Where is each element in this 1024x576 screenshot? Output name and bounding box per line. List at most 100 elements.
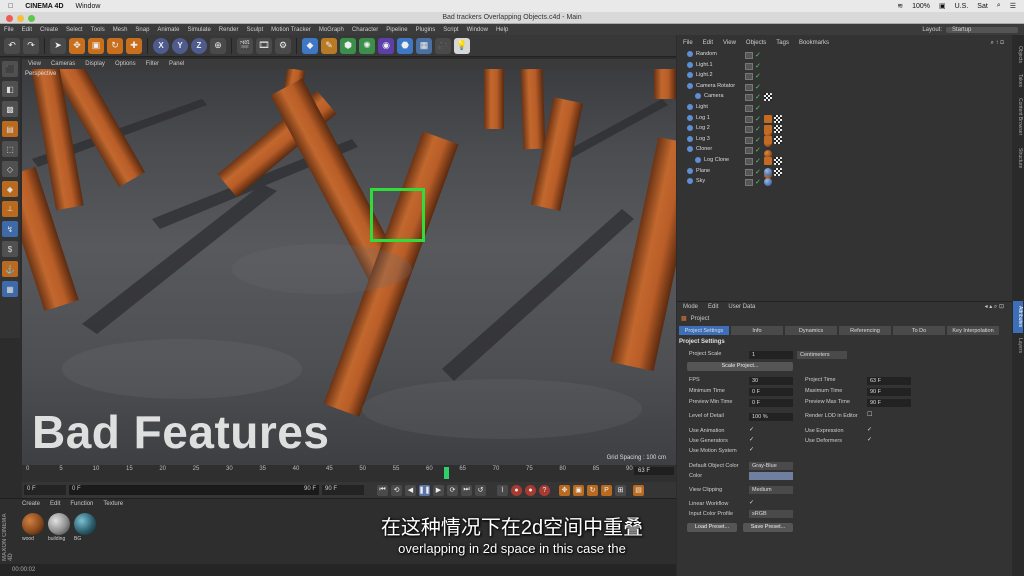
enabled-check-icon[interactable]: ✓ <box>755 168 761 176</box>
compositing-tag-icon[interactable] <box>774 167 782 176</box>
phong-tag-icon[interactable] <box>764 135 772 144</box>
viewport-menu-item[interactable]: Cameras <box>51 61 75 67</box>
object-row[interactable]: Plane ✓ <box>677 167 1012 178</box>
attr-nav-icon[interactable]: ◂ ▴ ⌕ ⊡ <box>985 303 1012 311</box>
layer-flag[interactable] <box>745 168 753 176</box>
menu-item[interactable]: Create <box>40 27 58 33</box>
menu-item[interactable]: Script <box>443 27 458 33</box>
side-tab-layers[interactable]: Layers <box>1013 335 1023 357</box>
object-row[interactable]: Log Clone ✓ <box>677 156 1012 179</box>
tab-referencing[interactable]: Referencing <box>839 326 891 335</box>
layer-flag[interactable] <box>745 179 753 187</box>
layer-flag[interactable] <box>745 136 753 144</box>
record-position-icon[interactable]: ✥ <box>559 484 570 496</box>
menu-item[interactable]: Mesh <box>113 27 128 33</box>
layer-flag[interactable] <box>745 52 753 59</box>
undo-icon[interactable]: ↶ <box>4 37 20 54</box>
start-frame-field[interactable]: 0 F <box>24 485 66 495</box>
compositing-tag-icon[interactable] <box>764 93 772 102</box>
menu-item[interactable]: Character <box>352 27 378 33</box>
render-picture-viewer-icon[interactable]: 🎞 <box>256 37 272 54</box>
enabled-check-icon[interactable]: ✓ <box>755 72 761 80</box>
range-slider[interactable]: 0 F 90 F <box>69 485 319 495</box>
object-row[interactable]: Camera ✓ <box>677 92 1012 103</box>
loop-icon[interactable]: ↺ <box>475 484 486 496</box>
menu-item[interactable]: Sculpt <box>246 27 263 33</box>
material-menu-item[interactable]: Texture <box>103 501 123 507</box>
menu-item[interactable]: Motion Tracker <box>271 27 311 33</box>
menu-item[interactable]: File <box>4 27 14 33</box>
om-menu-item[interactable]: Tags <box>776 40 789 46</box>
soft-selection-icon[interactable]: ⚓ <box>2 261 18 277</box>
layer-flag[interactable] <box>745 105 753 112</box>
texture-mode-icon[interactable]: ▩ <box>2 101 18 117</box>
use-deformers-checkbox[interactable]: ✓ <box>867 436 872 443</box>
om-menu-item[interactable]: View <box>723 40 736 46</box>
menu-item[interactable]: Render <box>219 27 239 33</box>
menu-item[interactable]: Snap <box>135 27 149 33</box>
cube-primitive-icon[interactable]: ◆ <box>302 37 318 54</box>
enabled-check-icon[interactable]: ✓ <box>755 115 761 123</box>
timeline-window-icon[interactable]: ▤ <box>633 484 644 496</box>
floor-icon[interactable]: ▦ <box>416 37 432 54</box>
side-tab-structure[interactable]: Structure <box>1013 143 1023 173</box>
texture-tag-icon[interactable] <box>764 167 772 176</box>
lock-workplane-icon[interactable]: ▦ <box>2 281 18 297</box>
tab-key-interpolation[interactable]: Key Interpolation <box>947 326 999 335</box>
om-search-icon[interactable]: ⌕ ↑ ⊡ <box>990 40 1012 47</box>
object-row[interactable]: Camera Rotator ✓ <box>677 82 1012 93</box>
rotate-tool-icon[interactable]: ↻ <box>107 37 123 54</box>
object-row[interactable]: Random ✓ <box>677 50 1012 61</box>
use-animation-checkbox[interactable]: ✓ <box>749 426 754 433</box>
phong-tag-icon[interactable] <box>764 157 772 165</box>
phong-tag-icon[interactable] <box>764 125 772 134</box>
pen-spline-icon[interactable]: ✎ <box>321 37 337 54</box>
edges-mode-icon[interactable]: ◇ <box>2 161 18 177</box>
battery-label[interactable]: 100% <box>912 3 930 10</box>
attr-menu-item[interactable]: Edit <box>708 304 718 310</box>
previous-key-icon[interactable]: ⟲ <box>391 484 402 496</box>
viewport-menu-item[interactable]: Panel <box>169 61 184 67</box>
object-row[interactable]: Log 1 ✓ <box>677 114 1012 137</box>
material-menu-item[interactable]: Edit <box>50 501 60 507</box>
material-menu-item[interactable]: Create <box>22 501 40 507</box>
wifi-icon[interactable]: ≋ <box>897 2 903 10</box>
light-icon[interactable]: 💡 <box>454 37 470 54</box>
level-of-detail-field[interactable]: 100 % <box>749 413 793 421</box>
search-icon[interactable]: ⌕ <box>997 2 1001 10</box>
om-menu-item[interactable]: Bookmarks <box>799 40 829 46</box>
side-tab-content-browser[interactable]: Content Browser <box>1013 93 1023 141</box>
layer-flag[interactable] <box>745 158 753 165</box>
side-tab-takes[interactable]: Takes <box>1013 71 1023 91</box>
points-mode-icon[interactable]: ⬚ <box>2 141 18 157</box>
enabled-check-icon[interactable]: ✓ <box>755 136 761 144</box>
viewport-menu-item[interactable]: Display <box>85 61 105 67</box>
object-row[interactable]: Log 3 ✓ <box>677 135 1012 158</box>
layer-flag[interactable] <box>745 62 753 70</box>
object-row[interactable]: Light ✓ <box>677 103 1012 114</box>
preview-min-time-field[interactable]: 0 F <box>749 399 793 407</box>
color-swatch[interactable] <box>749 472 793 480</box>
use-expression-checkbox[interactable]: ✓ <box>867 426 872 433</box>
enabled-check-icon[interactable]: ✓ <box>755 178 761 186</box>
redo-icon[interactable]: ↷ <box>23 37 39 54</box>
preview-max-time-field[interactable]: 90 F <box>867 399 911 407</box>
next-frame-icon[interactable]: ▶ <box>433 484 444 496</box>
use-generators-checkbox[interactable]: ✓ <box>749 436 754 443</box>
render-lod-checkbox[interactable]: ☐ <box>867 411 872 418</box>
select-arrow-icon[interactable]: ➤ <box>50 37 66 54</box>
tab-to-do[interactable]: To Do <box>893 326 945 335</box>
input-source[interactable]: U.S. <box>955 3 969 10</box>
object-row[interactable]: Light.1 ✓ <box>677 61 1012 72</box>
recent-tool-icon[interactable]: ✚ <box>126 37 142 54</box>
menu-item[interactable]: Tools <box>91 27 105 33</box>
side-tab-objects[interactable]: Objects <box>1013 39 1023 69</box>
minimize-window-icon[interactable] <box>17 15 24 22</box>
enabled-check-icon[interactable]: ✓ <box>755 62 761 70</box>
coordinate-system-icon[interactable]: ⊕ <box>210 37 226 54</box>
default-object-color-dropdown[interactable]: Gray-Blue <box>749 462 793 470</box>
menu-item[interactable]: Animate <box>157 27 179 33</box>
app-menu[interactable]: CINEMA 4D <box>25 3 63 10</box>
edit-render-settings-icon[interactable]: ⚙ <box>275 37 291 54</box>
object-row[interactable]: Light.2 ✓ <box>677 71 1012 82</box>
